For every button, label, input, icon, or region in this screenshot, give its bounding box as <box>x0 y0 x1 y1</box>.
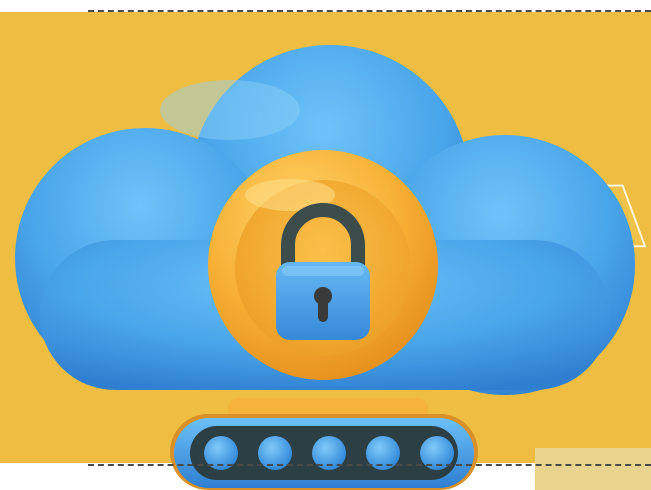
password-field <box>170 414 478 490</box>
bottom-dashed-line <box>88 464 651 466</box>
cloud-security-illustration: A <box>0 0 651 490</box>
cloud-lock-artwork <box>15 45 635 490</box>
